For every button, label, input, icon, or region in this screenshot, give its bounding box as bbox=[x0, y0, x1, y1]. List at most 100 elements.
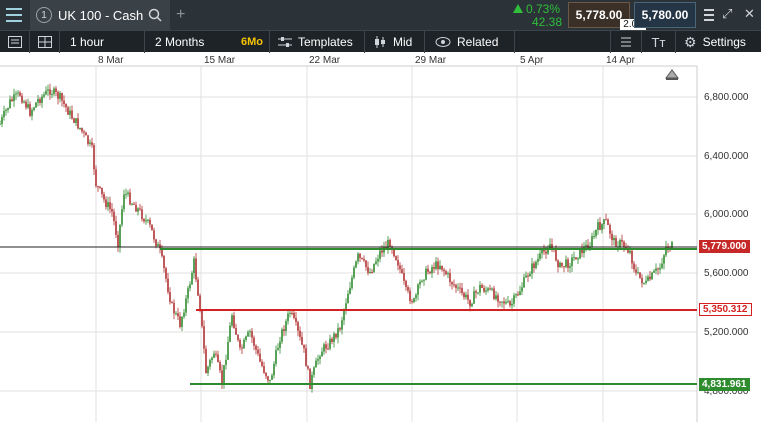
candle-body bbox=[5, 109, 7, 111]
candle-body bbox=[563, 266, 565, 268]
candle-body bbox=[591, 236, 593, 247]
indicators-icon bbox=[621, 37, 631, 47]
settings-button[interactable]: ⚙ Settings bbox=[676, 31, 761, 53]
candle-body bbox=[517, 294, 519, 296]
candle-body bbox=[331, 338, 333, 342]
add-tab-icon[interactable]: + bbox=[176, 6, 185, 24]
up-arrow-icon bbox=[513, 4, 523, 13]
candle-body bbox=[239, 339, 241, 348]
text-tool-button[interactable]: Tт bbox=[642, 31, 676, 53]
templates-button[interactable]: Templates bbox=[270, 31, 365, 53]
candle-body bbox=[631, 250, 633, 264]
candle-body bbox=[393, 249, 395, 257]
candle-body bbox=[247, 332, 249, 337]
candle-body bbox=[575, 257, 577, 260]
candle-body bbox=[91, 142, 93, 146]
candle-body bbox=[183, 312, 185, 317]
candle-body bbox=[551, 244, 553, 249]
candle-body bbox=[565, 259, 567, 267]
candle-body bbox=[333, 333, 335, 342]
candle-body bbox=[415, 294, 417, 299]
candle-body bbox=[567, 259, 569, 268]
candle-body bbox=[7, 107, 9, 110]
candle-body bbox=[265, 372, 267, 377]
candle-body bbox=[113, 211, 115, 222]
instrument-tab[interactable]: 1 UK 100 - Cash bbox=[30, 0, 170, 30]
expand-icon[interactable]: ⤢ bbox=[722, 6, 732, 22]
candlestick-series bbox=[0, 83, 673, 393]
candle-body bbox=[259, 353, 261, 362]
scroll-end-icon[interactable] bbox=[665, 69, 679, 79]
candle-body bbox=[601, 224, 603, 230]
candle-body bbox=[167, 278, 169, 293]
candle-body bbox=[531, 263, 533, 274]
buy-button[interactable]: 5,780.00 bbox=[634, 2, 696, 28]
candle-body bbox=[279, 341, 281, 349]
price-type-button[interactable]: Mid bbox=[365, 31, 425, 53]
candle-body bbox=[199, 295, 201, 311]
candle-body bbox=[493, 288, 495, 300]
candle-body bbox=[49, 89, 51, 95]
candle-body bbox=[243, 339, 245, 349]
candle-body bbox=[613, 238, 615, 241]
candle-body bbox=[27, 104, 29, 108]
candle-body bbox=[627, 249, 629, 253]
candle-body bbox=[299, 330, 301, 337]
candle-body bbox=[339, 328, 341, 330]
grid-layout-button[interactable] bbox=[30, 31, 60, 53]
window-menu-icon[interactable] bbox=[704, 9, 714, 21]
candle-body bbox=[671, 241, 673, 249]
candle-body bbox=[527, 275, 529, 277]
related-button[interactable]: Related bbox=[425, 31, 515, 53]
candle-body bbox=[401, 269, 403, 273]
date-label: 22 Mar bbox=[309, 55, 341, 66]
candle-body bbox=[223, 365, 225, 384]
candle-body bbox=[149, 219, 151, 225]
candle-body bbox=[237, 334, 239, 340]
candle-body bbox=[539, 253, 541, 259]
candle-body bbox=[135, 204, 137, 212]
candle-body bbox=[321, 351, 323, 357]
interval-label: 1 hour bbox=[70, 35, 105, 49]
candle-body bbox=[187, 288, 189, 299]
candle-body bbox=[293, 312, 295, 318]
candle-body bbox=[599, 222, 601, 230]
candle-body bbox=[607, 219, 609, 225]
candle-body bbox=[273, 363, 275, 376]
range-label: 2 Months bbox=[155, 35, 205, 49]
candle-body bbox=[665, 246, 667, 256]
candle-body bbox=[429, 271, 431, 274]
candle-body bbox=[557, 260, 559, 268]
candle-body bbox=[95, 169, 97, 187]
candle-body bbox=[9, 99, 11, 108]
search-icon[interactable] bbox=[148, 8, 162, 22]
candle-body bbox=[173, 302, 175, 314]
buy-price: 5,780.00 bbox=[641, 8, 689, 22]
change-percent: 0.73% bbox=[526, 2, 561, 16]
date-label: 15 Mar bbox=[204, 55, 236, 66]
candle-body bbox=[249, 331, 251, 333]
candle-body bbox=[619, 239, 621, 247]
range-select[interactable]: 2 Months 6Mo bbox=[145, 31, 270, 53]
layout-menu-button[interactable] bbox=[0, 31, 30, 53]
price-chart[interactable] bbox=[0, 52, 761, 422]
candle-body bbox=[465, 294, 467, 298]
candle-body bbox=[1, 117, 3, 124]
candle-body bbox=[119, 224, 121, 247]
candle-body bbox=[463, 293, 465, 298]
candle-body bbox=[277, 348, 279, 351]
candle-body bbox=[193, 258, 195, 274]
candle-body bbox=[651, 272, 653, 280]
candle-body bbox=[3, 110, 5, 118]
indicators-button[interactable] bbox=[610, 31, 642, 53]
range-badge: 6Mo bbox=[241, 36, 263, 48]
sell-price: 5,778.00 bbox=[575, 8, 623, 22]
candle-body bbox=[453, 284, 455, 286]
close-icon[interactable]: ✕ bbox=[744, 6, 755, 22]
candle-body bbox=[425, 268, 427, 280]
candle-body bbox=[559, 262, 561, 268]
red-level-tag: 5,350.312 bbox=[699, 303, 752, 316]
interval-select[interactable]: 1 hour bbox=[60, 31, 145, 53]
menu-icon[interactable] bbox=[6, 8, 22, 22]
candle-body bbox=[645, 280, 647, 283]
